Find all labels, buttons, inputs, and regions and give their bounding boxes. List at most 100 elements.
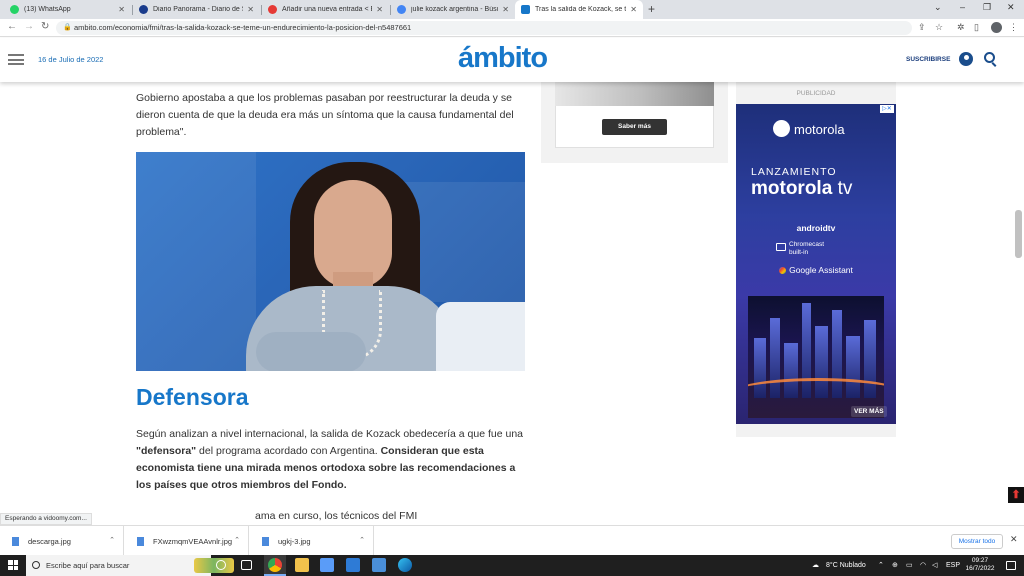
chevron-up-icon[interactable]: ⌃ xyxy=(359,536,365,544)
notifications-icon[interactable] xyxy=(1006,561,1016,570)
floating-widget-icon[interactable]: ⬆ xyxy=(1008,487,1024,503)
browser-toolbar: ← → ↻ 🔒 ambito.com/economia/fmi/tras-la-… xyxy=(0,19,1024,37)
taskbar-clock[interactable]: 09:27 16/7/2022 xyxy=(960,557,1000,573)
site-header: 16 de Julio de 2022 ámbito SUSCRIBIRSE xyxy=(0,38,1024,82)
tab-ambito-active[interactable]: Tras la salida de Kozack, se teme ✕ xyxy=(515,0,643,19)
close-tab-icon[interactable]: ✕ xyxy=(502,5,509,14)
show-all-downloads-button[interactable]: Mostrar todo xyxy=(951,534,1003,549)
download-item[interactable]: descarga.jpg ⌃ xyxy=(0,526,124,556)
volume-icon[interactable]: ◁ xyxy=(932,555,937,576)
ad-choices-icon[interactable]: ▷✕ xyxy=(880,105,894,113)
close-window-button[interactable]: ✕ xyxy=(1007,2,1015,13)
wifi-icon[interactable]: ◠ xyxy=(920,555,926,576)
androidtv-label: androidtv xyxy=(796,223,836,233)
minimize-button[interactable]: – xyxy=(960,2,965,12)
close-tab-icon[interactable]: ✕ xyxy=(376,5,383,14)
close-tab-icon[interactable]: ✕ xyxy=(247,5,254,14)
taskbar-search[interactable]: Escribe aquí para buscar xyxy=(26,555,234,576)
chrome-icon[interactable] xyxy=(268,558,282,572)
image-file-icon xyxy=(12,536,19,546)
close-tab-icon[interactable]: ✕ xyxy=(630,5,637,14)
clock-date: 16/7/2022 xyxy=(965,565,995,572)
paragraph-text: del programa acordado con Argentina. xyxy=(196,445,381,457)
browser-tab-strip: (13) WhatsApp ✕ Diario Panorama - Diario… xyxy=(0,0,1024,19)
page-scrollbar-thumb[interactable] xyxy=(1015,210,1022,258)
extensions-icon[interactable]: ✲ xyxy=(957,22,965,33)
paragraph-text: Según analizan a nivel internacional, la… xyxy=(136,428,524,440)
cortana-icon[interactable] xyxy=(216,560,226,570)
app-icon[interactable] xyxy=(372,558,386,572)
publicidad-label: PUBLICIDAD xyxy=(796,90,836,97)
motorola-brand: motorola xyxy=(794,122,845,137)
back-button[interactable]: ← xyxy=(7,21,17,32)
lock-icon[interactable]: 🔒 xyxy=(63,21,72,35)
new-tab-button[interactable]: + xyxy=(648,2,655,16)
search-icon[interactable] xyxy=(984,52,995,63)
mail-icon[interactable] xyxy=(346,558,360,572)
weather-icon[interactable]: ☁ xyxy=(812,555,819,576)
close-downloads-icon[interactable]: ✕ xyxy=(1010,534,1018,545)
ver-mas-button[interactable]: VER MÁS xyxy=(851,406,887,417)
article-paragraph-main: Según analizan a nivel internacional, la… xyxy=(136,426,526,494)
weather-status[interactable]: 8°C Nublado xyxy=(826,555,866,576)
download-item[interactable]: FXwzmqmVEAAvnlr.jpg ⌃ xyxy=(125,526,249,556)
tab-whatsapp[interactable]: (13) WhatsApp ✕ xyxy=(4,0,131,19)
language-indicator[interactable]: ESP xyxy=(946,555,960,576)
site-logo[interactable]: ámbito xyxy=(458,42,548,75)
edge-icon[interactable] xyxy=(398,558,412,572)
chevron-up-icon[interactable]: ⌃ xyxy=(109,536,115,544)
tab-google-search[interactable]: julie kozack argentina - Búsqued ✕ xyxy=(391,0,515,19)
ad-launch-text: LANZAMIENTO xyxy=(751,166,837,178)
store-icon[interactable] xyxy=(320,558,334,572)
article-paragraph-cut: ama en curso, los técnicos del FMI xyxy=(255,510,418,522)
search-icon xyxy=(32,561,40,569)
tab-title: julie kozack argentina - Búsqued xyxy=(411,6,498,13)
site-icon xyxy=(268,5,277,14)
chromecast-label: Chromecast built-in xyxy=(789,241,824,257)
saber-mas-button[interactable]: Saber más xyxy=(602,119,667,135)
download-item[interactable]: ugkj-3.jpg ⌃ xyxy=(250,526,374,556)
chevron-up-icon[interactable]: ⌃ xyxy=(234,536,240,544)
image-file-icon xyxy=(262,536,269,546)
windows-start-icon[interactable] xyxy=(8,560,18,570)
bookmark-star-icon[interactable]: ☆ xyxy=(935,22,943,33)
whatsapp-icon xyxy=(10,5,19,14)
tab-nueva-entrada[interactable]: Añadir una nueva entrada < Esc ✕ xyxy=(262,0,389,19)
motorola-logo-icon xyxy=(773,120,790,137)
profile-avatar[interactable] xyxy=(991,22,1002,33)
chrome-menu-icon[interactable]: ⋮ xyxy=(1009,22,1018,33)
forward-button[interactable]: → xyxy=(24,21,34,32)
close-tab-icon[interactable]: ✕ xyxy=(118,5,125,14)
hamburger-menu-icon[interactable] xyxy=(8,54,24,65)
user-account-icon[interactable] xyxy=(959,52,973,66)
panorama-icon xyxy=(139,5,148,14)
product-tv: tv xyxy=(837,178,853,199)
task-view-icon[interactable] xyxy=(241,560,252,570)
tab-title: Tras la salida de Kozack, se teme xyxy=(535,6,627,13)
paragraph-bold: "defensora" xyxy=(136,445,197,457)
file-explorer-icon[interactable] xyxy=(295,558,309,572)
restore-button[interactable]: ❐ xyxy=(983,2,991,13)
search-highlight-image xyxy=(194,558,234,573)
download-filename: FXwzmqmVEAAvnlr.jpg xyxy=(153,536,233,546)
tray-chevron-icon[interactable]: ⌃ xyxy=(878,555,884,576)
article-paragraph-top: Gobierno apostaba a que los problemas pa… xyxy=(136,92,514,138)
subscribe-link[interactable]: SUSCRIBIRSE xyxy=(906,56,950,63)
share-icon[interactable]: ⇪ xyxy=(918,22,926,33)
chromecast-line1: Chromecast xyxy=(789,241,825,248)
network-icon[interactable]: ⊕ xyxy=(892,555,898,576)
tab-diario-panorama[interactable]: Diario Panorama - Diario de Sant ✕ xyxy=(133,0,260,19)
chromecast-icon xyxy=(776,243,786,251)
clock-time: 09:27 xyxy=(971,557,989,564)
ad-image[interactable] xyxy=(555,82,714,106)
chromecast-line2: built-in xyxy=(789,249,809,256)
tab-search-dropdown-icon[interactable]: ⌄ xyxy=(934,2,942,13)
side-panel-icon[interactable]: ▯ xyxy=(974,22,979,33)
battery-icon[interactable]: ▭ xyxy=(906,555,913,576)
article-photo xyxy=(136,152,525,371)
address-bar[interactable]: 🔒 ambito.com/economia/fmi/tras-la-salida… xyxy=(56,21,912,35)
windows-taskbar: Escribe aquí para buscar ☁ 8°C Nublado ⌃… xyxy=(0,555,1024,576)
motorola-ad[interactable]: ▷✕ motorola LANZAMIENTO motorola tv andr… xyxy=(736,104,896,424)
reload-button[interactable]: ↻ xyxy=(41,21,49,32)
taskbar-search-placeholder: Escribe aquí para buscar xyxy=(46,561,130,570)
